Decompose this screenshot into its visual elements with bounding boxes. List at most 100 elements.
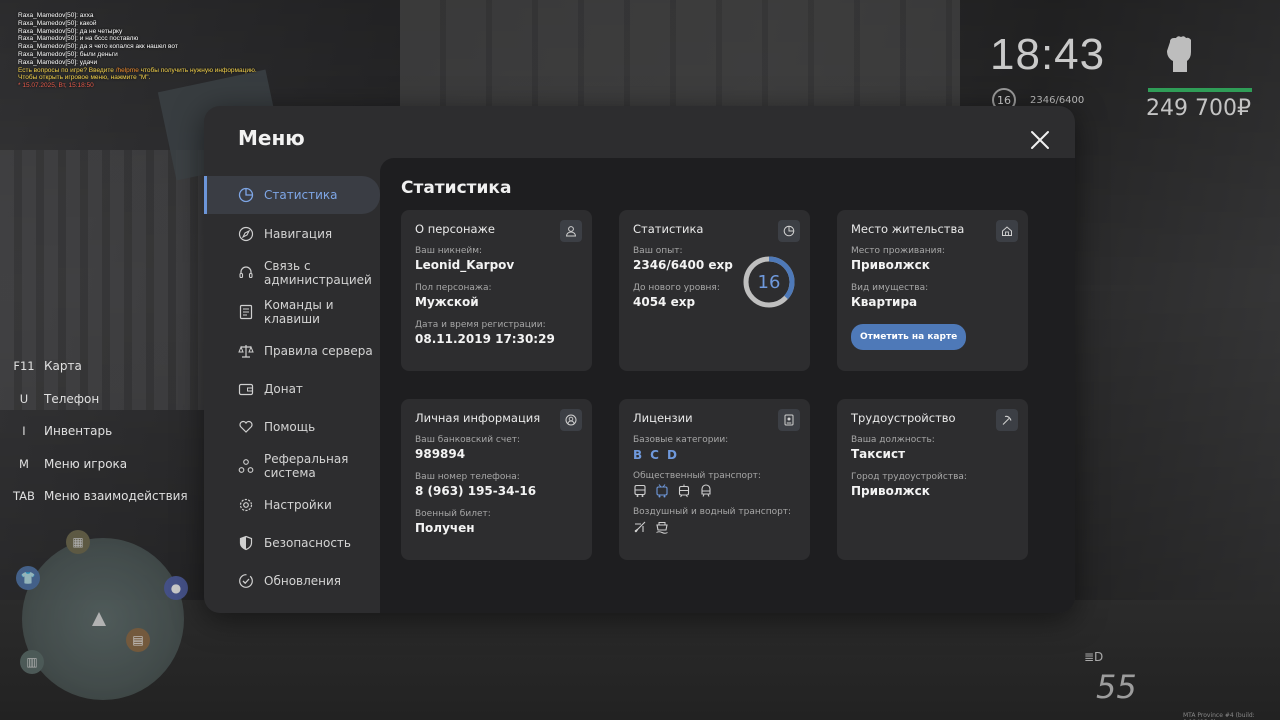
nav-item-settings[interactable]: Настройки (204, 486, 380, 524)
registration-label: Дата и время регистрации: (415, 320, 546, 330)
property-label: Вид имущества: (851, 283, 929, 293)
card-title: Трудоустройство (851, 411, 956, 425)
nav-item-donate[interactable]: Донат (204, 370, 380, 408)
position-value: Таксист (851, 447, 906, 461)
card-title: Личная информация (415, 411, 541, 425)
nav-label: Правила сервера (264, 344, 373, 358)
pie-chart-icon (238, 187, 254, 203)
hotkey-interaction-menu[interactable]: TAB Меню взаимодействия (12, 480, 188, 513)
map-train-icon: ▥ (20, 650, 44, 674)
nav-item-help[interactable]: Помощь (204, 408, 380, 446)
hotkey-label: Телефон (44, 391, 100, 406)
gender-value: Мужской (415, 295, 479, 309)
nav-item-admin-contact[interactable]: Связь с администрацией (204, 254, 380, 292)
hud-clock: 18:43 (990, 30, 1106, 79)
nickname-label: Ваш никнейм: (415, 246, 483, 256)
player-arrow-icon (92, 612, 106, 626)
hotkey-inventory[interactable]: I Инвентарь (12, 415, 188, 448)
nav-label: Помощь (264, 420, 316, 434)
air-water-transport-icons (633, 520, 796, 534)
chat-line: Raxa_Mamedov[50]: удачи (18, 58, 98, 66)
phone-value: 8 (963) 195-34-16 (415, 484, 537, 498)
card-character: О персонаже Ваш никнейм: Leonid_Karpov П… (401, 210, 592, 371)
card-title: Место жительства (851, 222, 965, 236)
hotkey-label: Меню игрока (44, 456, 128, 471)
card-statistics: Статистика Ваш опыт: 2346/6400 exp До но… (619, 210, 810, 371)
airplane-icon (634, 521, 646, 533)
map-location-pin-icon: ● (164, 576, 188, 600)
residence-value: Приволжск (851, 258, 930, 272)
statistics-content: Статистика О персонаже Ваш никнейм: Leon… (380, 158, 1075, 613)
build-label: MTA Province #4 (build: 0.12413.6) (1183, 712, 1255, 720)
background-building-facade (400, 0, 960, 110)
headlights-icon: ≣D (1084, 650, 1104, 664)
card-title: О персонаже (415, 222, 495, 236)
chat-line: Raxa_Mamedov[50]: были деньги (18, 50, 118, 58)
metro-icon (701, 484, 711, 497)
boat-icon (656, 522, 668, 534)
hotkey-key: I (22, 424, 26, 439)
base-categories: B C D (633, 448, 796, 462)
public-transport-icons (633, 484, 796, 498)
compass-icon (238, 226, 254, 242)
chat-log: Raxa_Mamedov[50]: ахха Raxa_Mamedov[50]:… (18, 12, 338, 90)
trolleybus-icon (656, 484, 668, 498)
menu-sidebar: Статистика Навигация Связь с администрац… (204, 176, 380, 600)
minimap[interactable]: 👕 ▦ ● ▤ ▥ (16, 530, 188, 700)
headset-icon (239, 266, 253, 279)
gender-label: Пол персонажа: (415, 283, 492, 293)
chat-menu-hint: Чтобы открыть игровое меню, нажмите "M". (18, 74, 151, 82)
fist-icon (1167, 36, 1191, 72)
close-icon[interactable] (1028, 128, 1052, 152)
property-value: Квартира (851, 295, 918, 309)
pickaxe-icon (996, 409, 1018, 431)
job-city-label: Город трудоустройства: (851, 472, 967, 482)
nav-item-statistics[interactable]: Статистика (204, 176, 380, 214)
hotkey-phone[interactable]: U Телефон (12, 383, 188, 416)
scales-icon (238, 345, 254, 358)
card-title: Лицензии (633, 411, 693, 425)
nav-label: Обновления (264, 574, 342, 588)
license-icon (778, 409, 800, 431)
map-shop-icon: ▤ (126, 628, 150, 652)
wallet-icon (238, 383, 254, 396)
tram-icon (678, 484, 690, 498)
nav-item-security[interactable]: Безопасность (204, 524, 380, 562)
map-building-icon: ▦ (66, 530, 90, 554)
nav-label: Настройки (264, 498, 332, 512)
chat-line: Raxa_Mamedov[50]: да я чето копался акк … (18, 43, 178, 51)
hotkey-key: TAB (13, 489, 35, 504)
mark-on-map-button[interactable]: Отметить на карте (851, 324, 967, 350)
level-progress-ring: 16 (743, 256, 795, 308)
hud-money-bar (1148, 88, 1252, 92)
chat-system-command: /helpme (115, 66, 139, 74)
residence-label: Место проживания: (851, 246, 945, 256)
registration-value: 08.11.2019 17:30:29 (415, 332, 555, 346)
nav-label: Безопасность (264, 536, 351, 550)
nav-label: Статистика (264, 188, 338, 202)
card-title: Статистика (633, 222, 704, 236)
check-circle-icon (239, 574, 253, 588)
card-licenses: Лицензии Базовые категории: B C D Общест… (619, 399, 810, 560)
hotkey-map[interactable]: F11 Карта (12, 350, 188, 383)
hotkey-label: Меню взаимодействия (44, 489, 188, 504)
shield-icon (239, 535, 253, 551)
hotkey-player-menu[interactable]: M Меню игрока (12, 448, 188, 481)
nav-item-referral[interactable]: Реферальная система (204, 446, 380, 486)
hotkey-list: F11 Карта U Телефон I Инвентарь M Меню игрок… (12, 350, 188, 513)
nav-item-rules[interactable]: Правила сервера (204, 332, 380, 370)
referral-icon (238, 459, 254, 473)
nav-item-commands[interactable]: Команды и клавиши (204, 292, 380, 332)
chat-date: * 15.07.2025, Вт, 15:18:50 (18, 82, 94, 90)
position-label: Ваша должность: (851, 435, 935, 445)
hotkey-key: U (19, 391, 29, 406)
pie-chart-icon (778, 220, 800, 242)
content-title: Статистика (401, 178, 512, 198)
chat-line: Raxa_Mamedov[50]: какой (18, 19, 97, 27)
job-city-value: Приволжск (851, 484, 930, 498)
hotkey-label: Инвентарь (44, 424, 113, 439)
hotkey-key: M (19, 456, 29, 471)
nav-item-updates[interactable]: Обновления (204, 562, 380, 600)
nav-item-navigation[interactable]: Навигация (204, 214, 380, 254)
nav-label: Реферальная система (264, 452, 349, 480)
